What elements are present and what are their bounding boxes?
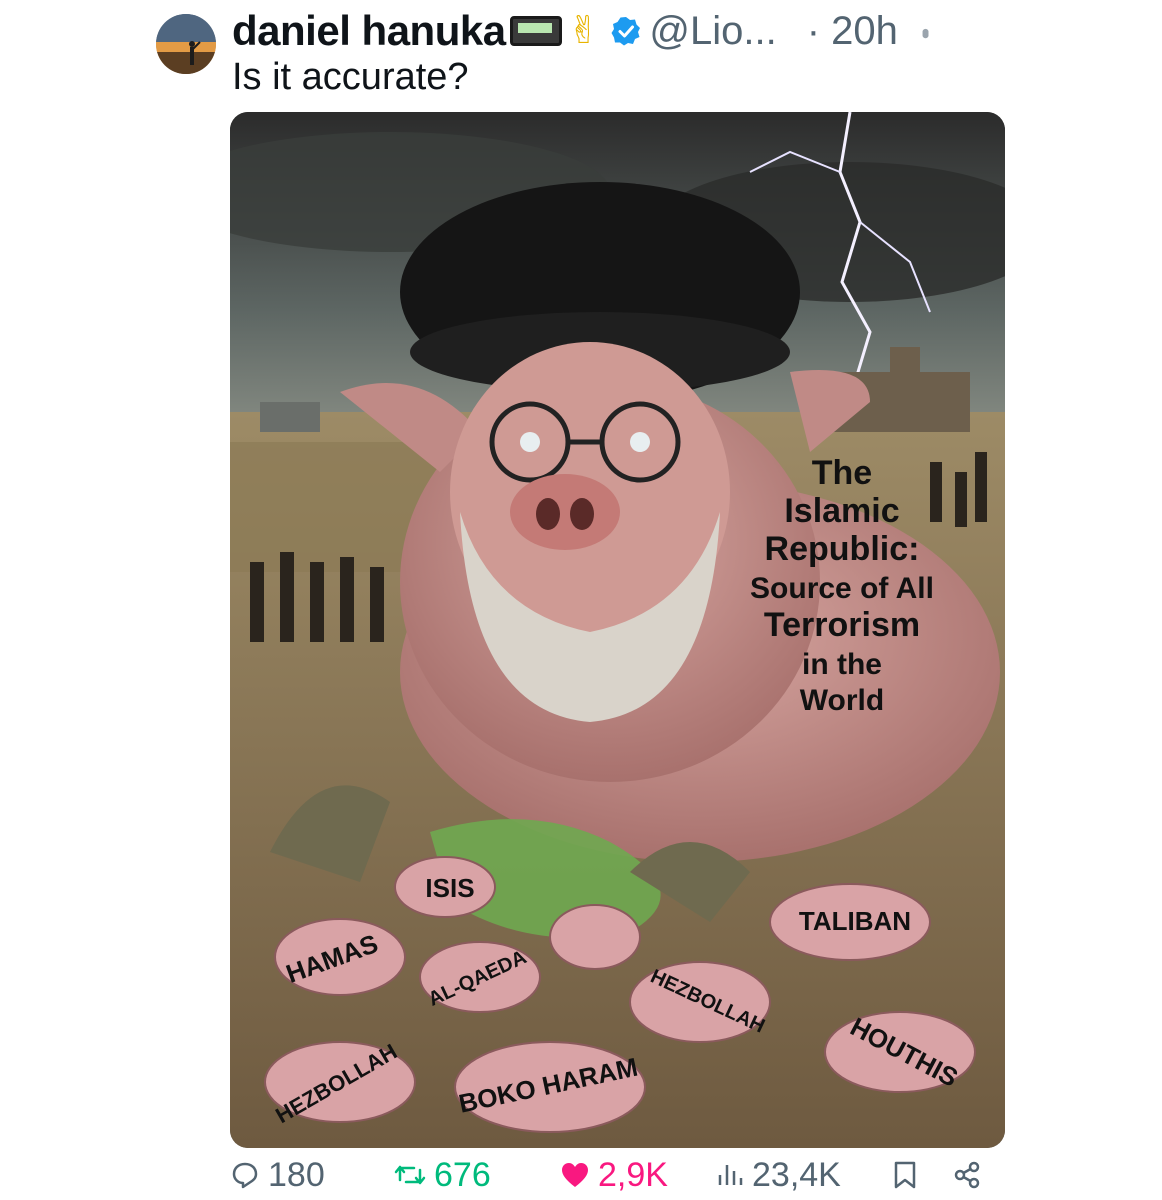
- repost-button[interactable]: 676: [394, 1156, 560, 1195]
- big-label-line-6: in the: [802, 648, 882, 681]
- reply-button[interactable]: 180: [230, 1156, 394, 1195]
- views-count: 23,4K: [752, 1155, 841, 1194]
- big-label-line-5: Terrorism: [764, 606, 920, 644]
- avatar-image: [156, 14, 216, 74]
- post-image[interactable]: The Islamic Republic: Source of All Terr…: [230, 112, 1005, 1148]
- views-chart-icon: [718, 1165, 743, 1185]
- share-icon[interactable]: [952, 1160, 982, 1190]
- cartoon-image: The Islamic Republic: Source of All Terr…: [230, 112, 1005, 1148]
- reply-icon: [232, 1162, 258, 1189]
- post-timestamp[interactable]: · 20h: [807, 9, 898, 54]
- verified-badge-icon: [611, 17, 641, 46]
- big-label-line-4: Source of All: [750, 572, 934, 605]
- post-text: Is it accurate?: [232, 56, 469, 98]
- big-label-line-3: Republic:: [765, 530, 920, 568]
- heart-icon: [562, 1163, 588, 1187]
- pager-icon: [509, 16, 562, 46]
- author-handle[interactable]: @Lio...: [649, 9, 776, 54]
- like-button[interactable]: 2,9K: [560, 1156, 716, 1195]
- bookmark-icon[interactable]: [892, 1160, 918, 1190]
- post-header: daniel hanuka ✌ @Lio... · 20h •••: [232, 6, 1162, 56]
- views-button[interactable]: 23,4K: [716, 1156, 886, 1195]
- repost-count: 676: [434, 1155, 491, 1194]
- author-avatar[interactable]: [156, 14, 216, 74]
- author-name[interactable]: daniel hanuka: [232, 7, 506, 55]
- big-label-line-7: World: [800, 684, 884, 717]
- pig-label-taliban: TALIBAN: [799, 906, 911, 936]
- repost-icon: [394, 1165, 426, 1185]
- big-label-line-1: The: [812, 454, 872, 492]
- pig-label-isis: ISIS: [425, 873, 474, 903]
- reply-count: 180: [268, 1155, 325, 1194]
- more-icon[interactable]: •••: [912, 28, 938, 33]
- post-action-bar: 180 676 2,9K 23,4K: [230, 1150, 1005, 1200]
- like-count: 2,9K: [598, 1155, 668, 1194]
- victory-hand-icon: ✌: [567, 10, 600, 52]
- big-label-line-2: Islamic: [784, 492, 899, 530]
